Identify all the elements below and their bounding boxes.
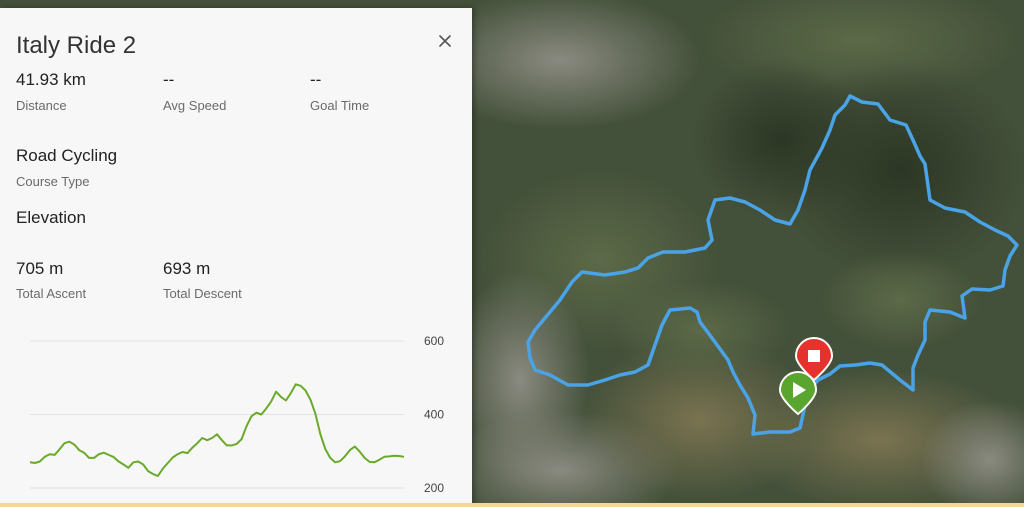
descent-value: 693 m: [163, 259, 211, 278]
ascent-value: 705 m: [16, 259, 64, 278]
descent-label: Total Descent: [163, 286, 242, 301]
y-tick-label: 400: [424, 408, 444, 422]
elevation-heading: Elevation: [16, 208, 86, 227]
distance-value: 41.93 km: [16, 70, 86, 89]
y-tick-label: 600: [424, 334, 444, 348]
avg-speed-label: Avg Speed: [163, 98, 227, 113]
course-title: Italy Ride 2: [16, 32, 137, 59]
goal-time-label: Goal Time: [310, 98, 370, 113]
goal-time-value: --: [310, 70, 322, 89]
elevation-chart[interactable]: 600 400 200: [0, 328, 472, 507]
y-tick-label: 200: [424, 481, 444, 495]
stop-icon: [808, 350, 820, 362]
course-details-panel: Italy Ride 2 41.93 km Distance -- Avg Sp…: [0, 8, 472, 507]
course-type-label: Course Type: [16, 174, 90, 189]
elevation-line: [29, 383, 405, 477]
avg-speed-value: --: [163, 70, 175, 89]
ascent-label: Total Ascent: [16, 286, 87, 301]
bottom-bar: [0, 503, 1024, 507]
close-icon[interactable]: [436, 32, 454, 50]
course-type-value: Road Cycling: [16, 146, 118, 165]
distance-label: Distance: [16, 98, 67, 113]
